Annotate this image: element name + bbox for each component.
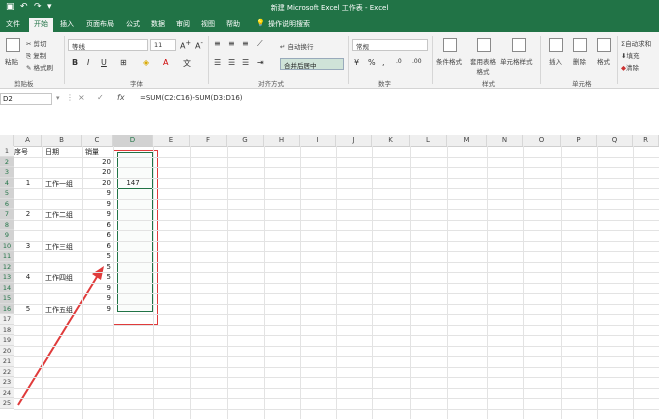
- grid-line-vertical: [633, 146, 634, 419]
- grid-line-vertical: [82, 146, 83, 419]
- grid-line-vertical: [372, 146, 373, 419]
- cell-C9[interactable]: 6: [91, 231, 111, 239]
- cell-C10[interactable]: 6: [91, 242, 111, 250]
- row-header-23[interactable]: 23: [0, 377, 14, 388]
- cell-C16[interactable]: 9: [91, 305, 111, 313]
- cell-A13[interactable]: 4: [14, 273, 42, 281]
- grid-line-vertical: [410, 146, 411, 419]
- cell-C2[interactable]: 20: [91, 158, 111, 166]
- grid-line-vertical: [227, 146, 228, 419]
- row-header-10[interactable]: 10: [0, 240, 14, 251]
- cell-C4[interactable]: 20: [91, 179, 111, 187]
- cell-A7[interactable]: 2: [14, 210, 42, 218]
- row-header-25[interactable]: 25: [0, 398, 14, 409]
- row-header-13[interactable]: 13: [0, 272, 14, 283]
- cell-B1[interactable]: 日期: [45, 147, 59, 157]
- cell-B13[interactable]: 工作四组: [45, 273, 73, 283]
- row-header-4[interactable]: 4: [0, 177, 14, 188]
- cell-A10[interactable]: 3: [14, 242, 42, 250]
- cell-C12[interactable]: 5: [91, 263, 111, 271]
- row-header-5[interactable]: 5: [0, 188, 14, 199]
- row-header-20[interactable]: 20: [0, 345, 14, 356]
- row-header-9[interactable]: 9: [0, 230, 14, 241]
- row-header-18[interactable]: 18: [0, 324, 14, 335]
- grid-line-vertical: [113, 146, 114, 419]
- cell-C15[interactable]: 9: [91, 294, 111, 302]
- grid-line-vertical: [153, 146, 154, 419]
- cell-A1[interactable]: 序号: [14, 147, 42, 157]
- row-header-21[interactable]: 21: [0, 356, 14, 367]
- row-header-17[interactable]: 17: [0, 314, 14, 325]
- row-header-24[interactable]: 24: [0, 387, 14, 398]
- row-header-7[interactable]: 7: [0, 209, 14, 220]
- merged-cell-border: [118, 188, 152, 189]
- row-header-8[interactable]: 8: [0, 219, 14, 230]
- cell-D4[interactable]: 147: [113, 179, 153, 187]
- cell-C3[interactable]: 20: [91, 168, 111, 176]
- cell-C14[interactable]: 9: [91, 284, 111, 292]
- row-header-22[interactable]: 22: [0, 366, 14, 377]
- cell-B7[interactable]: 工作二组: [45, 210, 73, 220]
- cell-B16[interactable]: 工作五组: [45, 305, 73, 315]
- grid-line-vertical: [487, 146, 488, 419]
- cell-C13[interactable]: 5: [91, 273, 111, 281]
- cell-C11[interactable]: 5: [91, 252, 111, 260]
- cell-C5[interactable]: 9: [91, 189, 111, 197]
- row-header-14[interactable]: 14: [0, 282, 14, 293]
- grid-line-vertical: [42, 146, 43, 419]
- row-header-16[interactable]: 16: [0, 303, 14, 314]
- row-header-6[interactable]: 6: [0, 198, 14, 209]
- cell-C1[interactable]: 销量: [85, 147, 99, 157]
- grid-line-vertical: [264, 146, 265, 419]
- grid-line-vertical: [447, 146, 448, 419]
- row-header-1[interactable]: 1: [0, 146, 14, 157]
- row-header-3[interactable]: 3: [0, 167, 14, 178]
- annotation-arrow-shaft: [17, 271, 101, 406]
- grid-line-vertical: [300, 146, 301, 419]
- row-header-2[interactable]: 2: [0, 156, 14, 167]
- cell-B10[interactable]: 工作三组: [45, 242, 73, 252]
- cell-C7[interactable]: 9: [91, 210, 111, 218]
- cell-C8[interactable]: 6: [91, 221, 111, 229]
- row-header-15[interactable]: 15: [0, 293, 14, 304]
- grid-line-vertical: [561, 146, 562, 419]
- grid-line-vertical: [597, 146, 598, 419]
- cell-A16[interactable]: 5: [14, 305, 42, 313]
- row-header-11[interactable]: 11: [0, 251, 14, 262]
- grid-line-vertical: [190, 146, 191, 419]
- cell-B4[interactable]: 工作一组: [45, 179, 73, 189]
- cell-A4[interactable]: 1: [14, 179, 42, 187]
- grid-line-vertical: [523, 146, 524, 419]
- row-header-19[interactable]: 19: [0, 335, 14, 346]
- row-header-12[interactable]: 12: [0, 261, 14, 272]
- grid-line-vertical: [336, 146, 337, 419]
- cell-C6[interactable]: 9: [91, 200, 111, 208]
